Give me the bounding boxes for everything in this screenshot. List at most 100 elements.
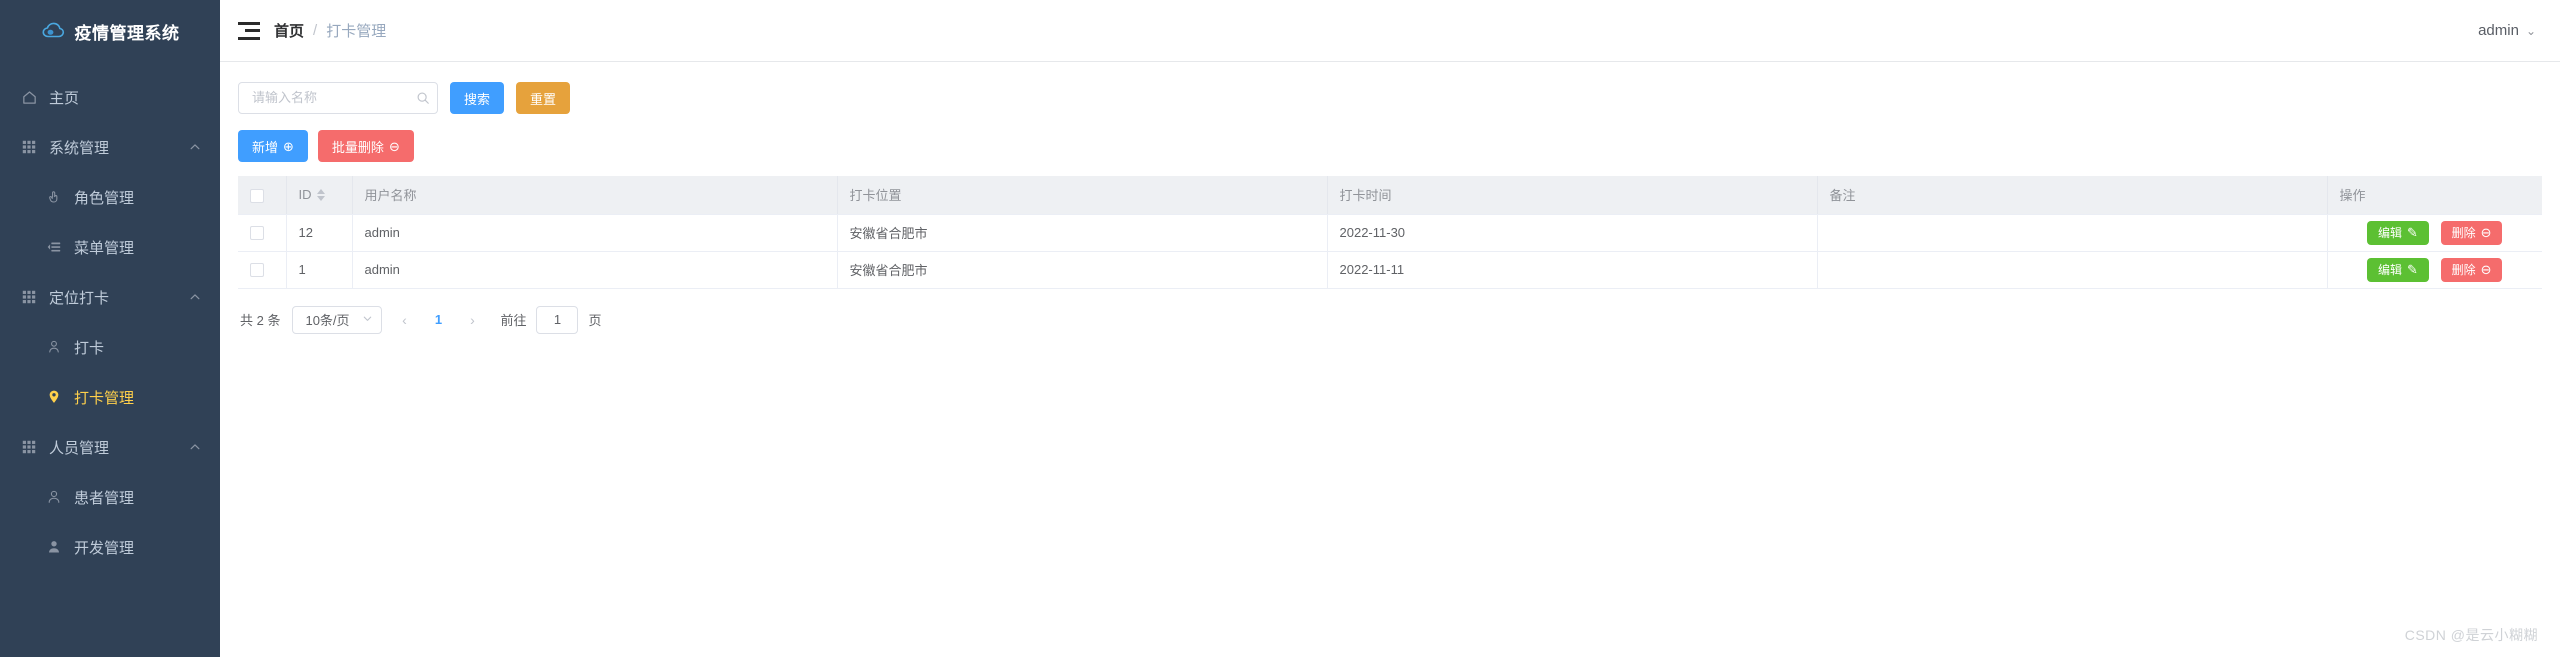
delete-button-label: 删除	[2451, 263, 2476, 277]
sidebar: 疫情管理系统 主页 系统管理 角色管理 菜单管理 定位打卡 打卡 打卡管理 人员…	[0, 0, 220, 657]
cell-location: 安徽省合肥市	[837, 214, 1328, 252]
edit-button[interactable]: 编辑 ✎	[2367, 257, 2429, 282]
sidebar-item-checkin[interactable]: 打卡	[0, 322, 220, 372]
batch-delete-button-label: 批量删除	[331, 139, 384, 155]
top-navbar: 首页 / 打卡管理 admin ⌄	[220, 0, 2560, 62]
cell-location: 安徽省合肥市	[837, 251, 1328, 289]
search-button[interactable]: 搜索	[450, 82, 505, 114]
table-row: 1 admin 安徽省合肥市 2022-11-11 编辑 ✎ 删除 ⊖	[238, 251, 2542, 289]
user-outline-icon	[45, 488, 63, 506]
sidebar-group-location-checkin[interactable]: 定位打卡	[0, 272, 220, 322]
sidebar-item-menu-management[interactable]: 菜单管理	[0, 222, 220, 272]
column-header-id-label: ID	[298, 187, 312, 203]
hand-icon	[45, 188, 63, 206]
batch-delete-button[interactable]: 批量删除 ⊖	[317, 130, 414, 162]
pagination-jump-suffix: 页	[588, 313, 602, 328]
column-header-location: 打卡位置	[837, 176, 1328, 215]
sidebar-item-home[interactable]: 主页	[0, 72, 220, 122]
grid-icon	[20, 138, 38, 156]
delete-button[interactable]: 删除 ⊖	[2440, 220, 2503, 245]
sidebar-item-checkin-management[interactable]: 打卡管理	[0, 372, 220, 422]
row-select-cell	[238, 251, 287, 289]
minus-circle-icon: ⊖	[2480, 225, 2492, 240]
breadcrumb-current: 打卡管理	[326, 23, 387, 40]
page-size-select[interactable]: 10条/页	[292, 305, 383, 334]
table-row: 12 admin 安徽省合肥市 2022-11-30 编辑 ✎ 删除 ⊖	[238, 214, 2542, 252]
sidebar-logo-text: 疫情管理系统	[74, 23, 180, 43]
sidebar-item-dev-management[interactable]: 开发管理	[0, 522, 220, 572]
sidebar-group-personnel[interactable]: 人员管理	[0, 422, 220, 472]
sidebar-logo[interactable]: 疫情管理系统	[0, 0, 220, 62]
app-root: 疫情管理系统 主页 系统管理 角色管理 菜单管理 定位打卡 打卡 打卡管理 人员…	[0, 0, 2560, 657]
cell-operations: 编辑 ✎ 删除 ⊖	[2327, 251, 2542, 289]
delete-button[interactable]: 删除 ⊖	[2440, 257, 2503, 282]
table-header-row: ID 用户名称 打卡位置 打卡时间 备注 操作	[238, 176, 2542, 215]
cell-operations: 编辑 ✎ 删除 ⊖	[2327, 214, 2542, 252]
column-header-time: 打卡时间	[1327, 176, 1818, 215]
hamburger-icon[interactable]	[238, 21, 260, 40]
column-header-note: 备注	[1817, 176, 2328, 215]
sidebar-group-system-label: 系统管理	[49, 139, 110, 157]
row-select-cell	[238, 214, 287, 252]
map-pin-icon	[45, 388, 63, 406]
chevron-down-icon	[362, 313, 373, 327]
chevron-up-icon	[184, 441, 206, 453]
main-area: 首页 / 打卡管理 admin ⌄ 请输入名称 搜索 重置 新增 ⊕ 批量删除 …	[220, 0, 2560, 657]
sidebar-item-checkin-management-label: 打卡管理	[74, 389, 135, 407]
select-all-checkbox[interactable]	[250, 188, 264, 203]
cell-user: admin	[352, 251, 838, 289]
sidebar-item-menu-management-label: 菜单管理	[74, 239, 135, 257]
cell-id: 1	[286, 251, 353, 289]
pagination-next-button[interactable]: ›	[460, 306, 484, 334]
user-menu[interactable]: admin ⌄	[2478, 22, 2536, 39]
sidebar-item-home-label: 主页	[49, 89, 80, 107]
chevron-down-icon: ⌄	[2525, 24, 2536, 38]
grid-icon	[20, 288, 38, 306]
pencil-icon: ✎	[2407, 262, 2418, 277]
add-button[interactable]: 新增 ⊕	[238, 130, 308, 162]
pagination: 共 2 条 10条/页 ‹ 1 › 前往 页	[238, 289, 2542, 334]
chevron-up-icon	[184, 291, 206, 303]
cell-note	[1817, 214, 2328, 252]
sidebar-group-location-checkin-label: 定位打卡	[49, 289, 110, 307]
sidebar-item-dev-management-label: 开发管理	[74, 539, 135, 557]
checkin-table: ID 用户名称 打卡位置 打卡时间 备注 操作 12 admin 安徽省合肥市 …	[238, 176, 2542, 289]
pagination-page-1[interactable]: 1	[426, 306, 450, 334]
sidebar-item-checkin-label: 打卡	[74, 339, 105, 357]
content-area: 搜索 重置 新增 ⊕ 批量删除 ⊖	[220, 62, 2560, 657]
menu-list-icon	[45, 238, 63, 256]
row-checkbox[interactable]	[250, 263, 264, 278]
user-location-icon	[45, 338, 63, 356]
search-box	[238, 82, 438, 114]
pagination-prev-button[interactable]: ‹	[392, 306, 416, 334]
sidebar-item-role-management[interactable]: 角色管理	[0, 172, 220, 222]
reset-button[interactable]: 重置	[516, 82, 571, 114]
navbar-right: admin ⌄	[2478, 22, 2536, 39]
select-all-header	[238, 176, 287, 215]
pagination-jump-input[interactable]	[536, 305, 579, 334]
column-header-operation: 操作	[2327, 176, 2542, 215]
page-size-value: 10条/页	[305, 313, 350, 328]
cell-id: 12	[286, 214, 353, 252]
home-icon	[20, 88, 38, 106]
breadcrumb-separator: /	[313, 22, 318, 39]
cloud-logo-icon	[41, 21, 67, 41]
sidebar-item-patient-management-label: 患者管理	[74, 489, 135, 507]
sidebar-group-personnel-label: 人员管理	[49, 439, 110, 457]
sidebar-item-patient-management[interactable]: 患者管理	[0, 472, 220, 522]
user-solid-icon	[45, 538, 63, 556]
cell-user: admin	[352, 214, 838, 252]
cell-time: 2022-11-11	[1327, 251, 1818, 289]
action-row: 新增 ⊕ 批量删除 ⊖	[238, 130, 2542, 162]
pagination-total: 共 2 条	[240, 313, 281, 328]
edit-button[interactable]: 编辑 ✎	[2367, 220, 2429, 245]
edit-button-label: 编辑	[2378, 263, 2403, 277]
filter-row: 搜索 重置	[238, 82, 2542, 114]
edit-button-label: 编辑	[2378, 226, 2403, 240]
row-checkbox[interactable]	[250, 226, 264, 241]
sort-caret-icon[interactable]	[316, 188, 325, 201]
sidebar-group-system[interactable]: 系统管理	[0, 122, 220, 172]
search-input[interactable]	[238, 82, 438, 114]
breadcrumb-home[interactable]: 首页	[274, 20, 304, 41]
column-header-id[interactable]: ID	[286, 176, 353, 215]
